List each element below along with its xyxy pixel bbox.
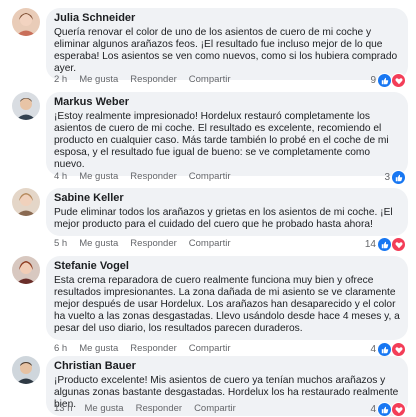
timestamp[interactable]: 6 h xyxy=(54,343,67,355)
avatar[interactable] xyxy=(12,188,40,216)
like-button[interactable]: Me gusta xyxy=(85,403,124,415)
commenter-name[interactable]: Sabine Keller xyxy=(54,192,400,205)
share-button[interactable]: Compartir xyxy=(189,74,231,86)
like-icon xyxy=(377,402,392,417)
reply-button[interactable]: Responder xyxy=(130,171,176,183)
like-icon xyxy=(377,73,392,88)
comment-text: ¡Estoy realmente impresionado! Hordelux … xyxy=(54,111,389,170)
commenter-name[interactable]: Markus Weber xyxy=(54,96,400,109)
comment-meta: 2 h Me gusta Responder Compartir xyxy=(54,74,230,86)
comment-meta: 4 h Me gusta Responder Compartir xyxy=(54,171,230,183)
comment-bubble: Julia Schneider Quería renovar el color … xyxy=(46,8,408,80)
avatar[interactable] xyxy=(12,8,40,36)
reaction-count: 9 xyxy=(370,75,376,86)
timestamp[interactable]: 13 h xyxy=(54,403,73,415)
reply-button[interactable]: Responder xyxy=(130,74,176,86)
like-button[interactable]: Me gusta xyxy=(79,171,118,183)
reaction-count: 4 xyxy=(370,344,376,355)
comment-meta: 13 h Me gusta Responder Compartir xyxy=(54,403,236,415)
commenter-name[interactable]: Julia Schneider xyxy=(54,12,400,25)
comment-text: Quería renovar el color de uno de los as… xyxy=(54,27,398,74)
heart-icon xyxy=(391,237,406,252)
share-button[interactable]: Compartir xyxy=(189,238,231,250)
heart-icon xyxy=(391,73,406,88)
like-icon xyxy=(391,170,406,185)
share-button[interactable]: Compartir xyxy=(194,403,236,415)
reactions-summary[interactable]: 4 xyxy=(370,402,406,417)
comments-feed: Julia Schneider Quería renovar el color … xyxy=(0,0,416,417)
reaction-count: 4 xyxy=(370,404,376,415)
avatar[interactable] xyxy=(12,92,40,120)
comment-text: Esta crema reparadora de cuero realmente… xyxy=(54,275,400,334)
comment-bubble: Stefanie Vogel Esta crema reparadora de … xyxy=(46,256,408,340)
comment-bubble: Markus Weber ¡Estoy realmente impresiona… xyxy=(46,92,408,176)
like-button[interactable]: Me gusta xyxy=(79,238,118,250)
like-button[interactable]: Me gusta xyxy=(79,343,118,355)
reactions-summary[interactable]: 9 xyxy=(370,73,406,88)
commenter-name[interactable]: Stefanie Vogel xyxy=(54,260,400,273)
comment-meta: 5 h Me gusta Responder Compartir xyxy=(54,238,230,250)
reactions-summary[interactable]: 3 xyxy=(384,170,406,185)
comment-meta: 6 h Me gusta Responder Compartir xyxy=(54,343,230,355)
reply-button[interactable]: Responder xyxy=(130,238,176,250)
heart-icon xyxy=(391,402,406,417)
timestamp[interactable]: 2 h xyxy=(54,74,67,86)
share-button[interactable]: Compartir xyxy=(189,171,231,183)
comment-text: Pude eliminar todos los arañazos y griet… xyxy=(54,207,393,230)
avatar[interactable] xyxy=(12,256,40,284)
reaction-count: 3 xyxy=(384,172,390,183)
timestamp[interactable]: 5 h xyxy=(54,238,67,250)
share-button[interactable]: Compartir xyxy=(189,343,231,355)
like-icon xyxy=(377,237,392,252)
reaction-count: 14 xyxy=(364,239,376,250)
like-icon xyxy=(377,342,392,357)
reactions-summary[interactable]: 14 xyxy=(365,237,406,252)
reply-button[interactable]: Responder xyxy=(130,343,176,355)
avatar[interactable] xyxy=(12,356,40,384)
like-button[interactable]: Me gusta xyxy=(79,74,118,86)
comment-bubble: Sabine Keller Pude eliminar todos los ar… xyxy=(46,188,408,236)
reactions-summary[interactable]: 4 xyxy=(370,342,406,357)
timestamp[interactable]: 4 h xyxy=(54,171,67,183)
reply-button[interactable]: Responder xyxy=(136,403,182,415)
heart-icon xyxy=(391,342,406,357)
commenter-name[interactable]: Christian Bauer xyxy=(54,360,400,373)
